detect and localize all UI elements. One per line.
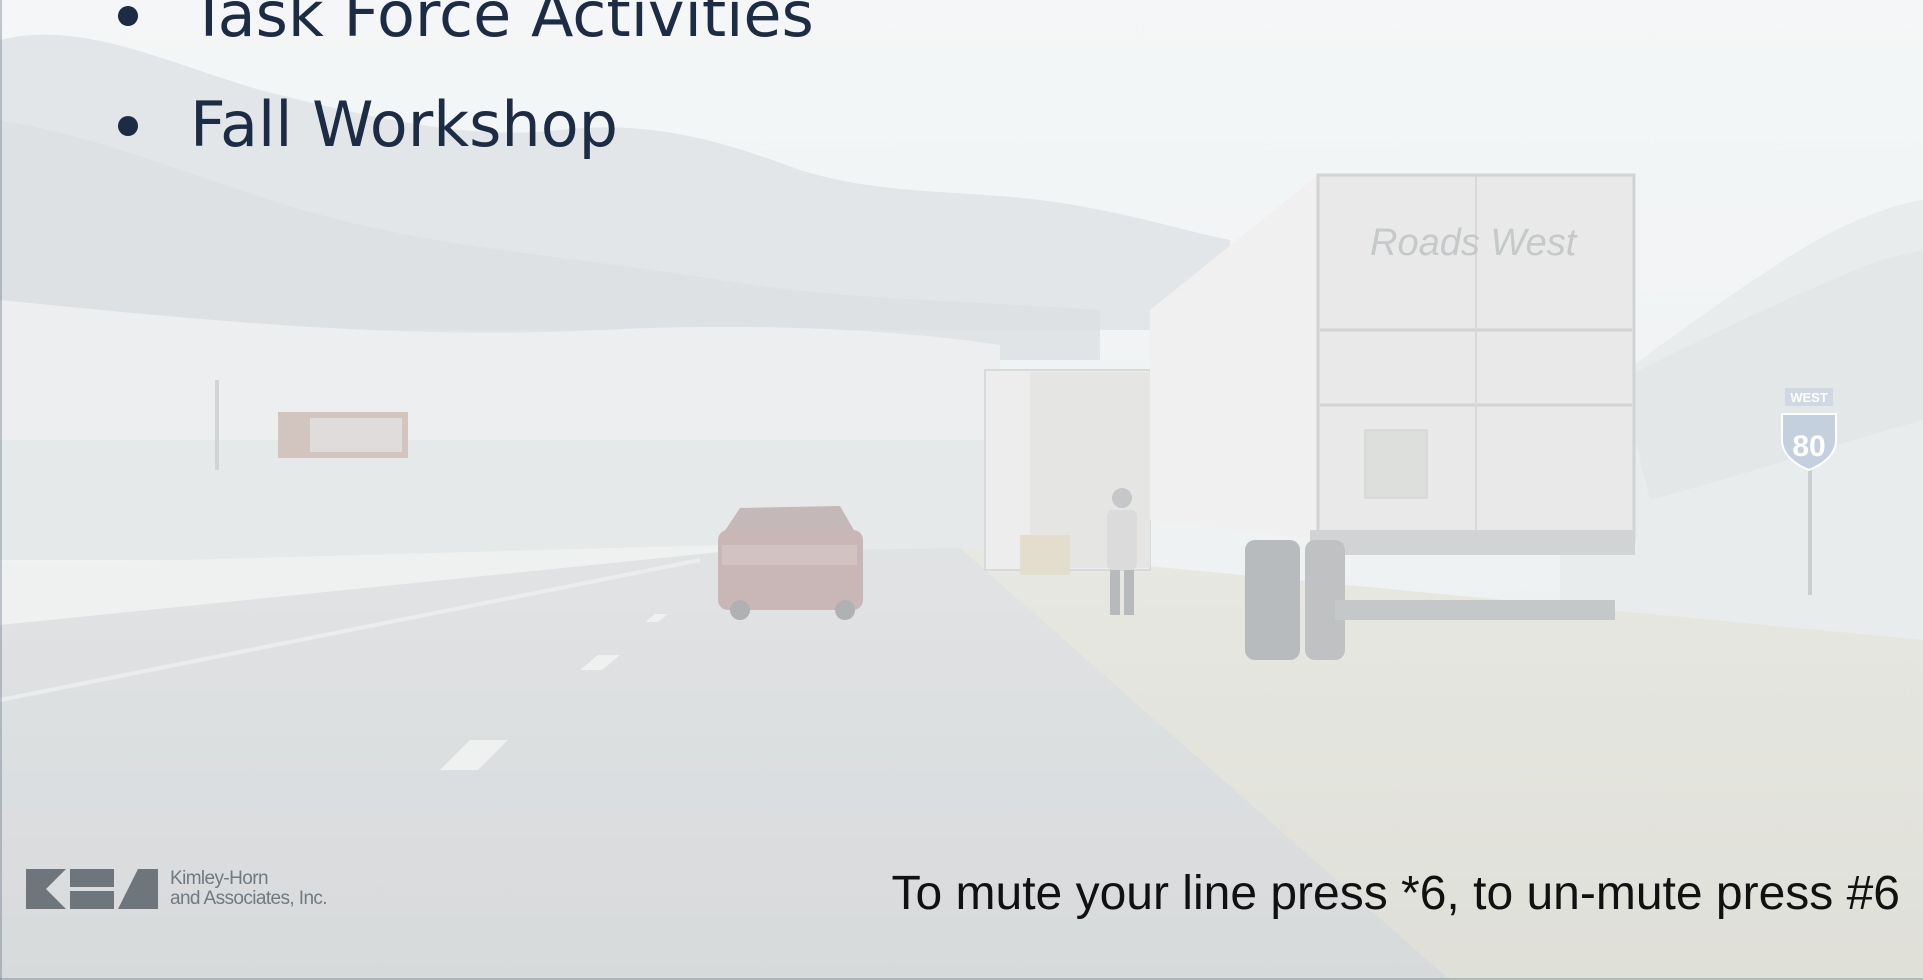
bullet-text: Task Force Activities: [190, 0, 814, 51]
slide-left-border: [0, 0, 2, 980]
bullet-item: Task Force Activities: [112, 0, 814, 70]
slide: Roads West WEST 80 Task Force Activities: [0, 0, 1923, 980]
bullet-dot-icon: [118, 6, 138, 26]
company-name-line2: and Associates, Inc.: [170, 888, 328, 909]
bullet-item: Fall Workshop: [112, 70, 814, 180]
kimley-horn-logo: Kimley-Horn and Associates, Inc.: [26, 867, 328, 911]
company-name: Kimley-Horn and Associates, Inc.: [170, 868, 328, 909]
bullet-dot-icon: [118, 116, 138, 136]
bullet-text: Fall Workshop: [190, 88, 619, 161]
mute-instructions: To mute your line press *6, to un-mute p…: [891, 867, 1901, 920]
company-name-line1: Kimley-Horn: [170, 868, 269, 889]
kha-logo-icon: [26, 869, 158, 909]
agenda-bullet-list: Task Force Activities Fall Workshop: [112, 0, 814, 180]
